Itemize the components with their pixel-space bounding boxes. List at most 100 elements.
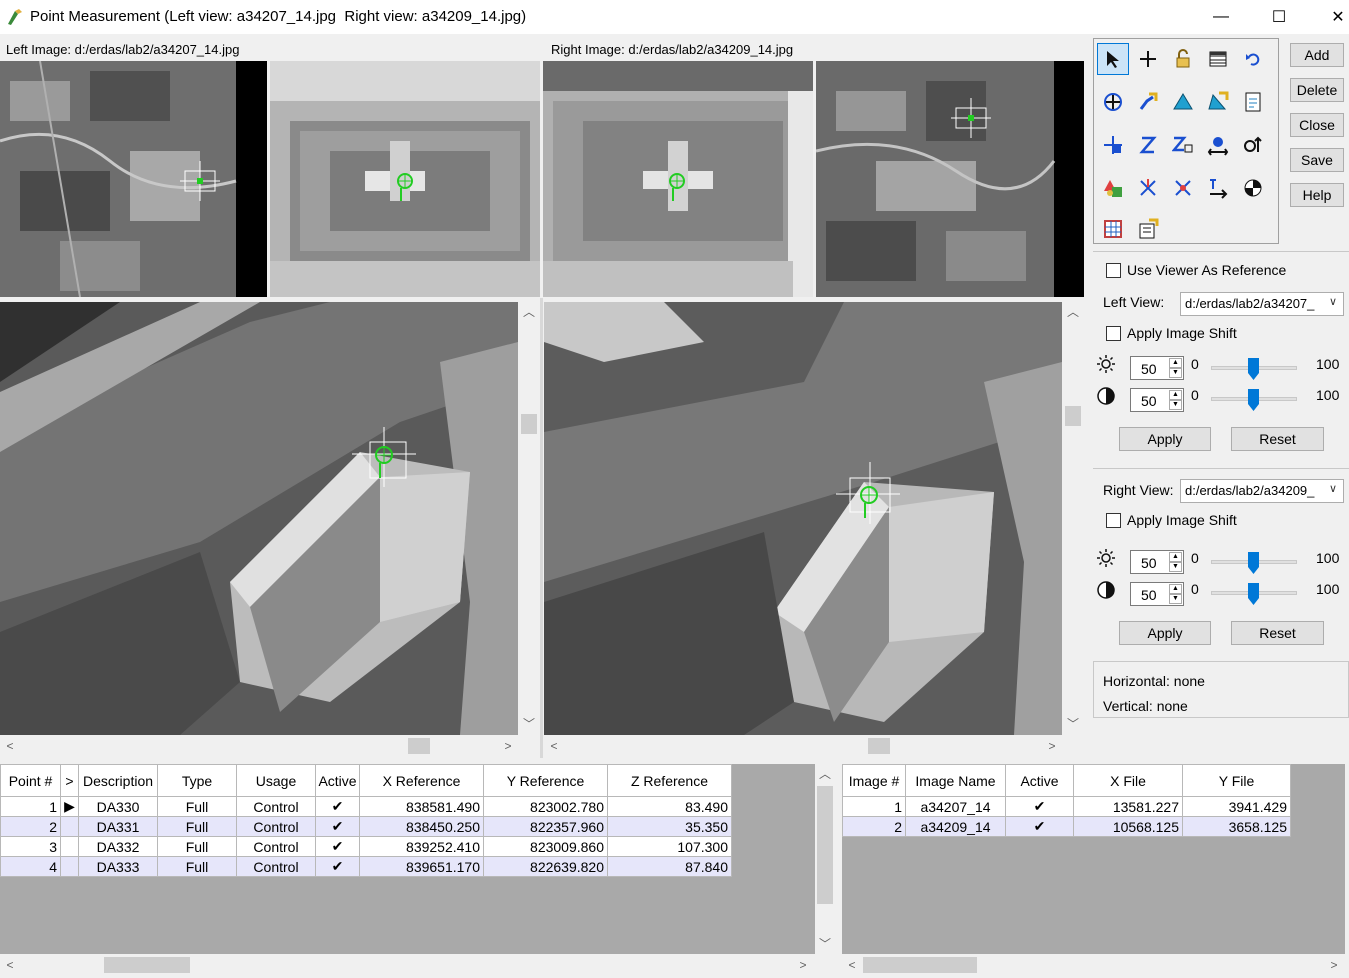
z-icon[interactable] — [1132, 129, 1164, 161]
col-point-number[interactable]: Point # — [0, 764, 61, 797]
report-icon[interactable] — [1237, 86, 1269, 118]
x-file-cell[interactable]: 10568.125 — [1073, 816, 1183, 837]
right-overview-view[interactable] — [816, 61, 1084, 297]
help-button[interactable]: Help — [1290, 183, 1344, 207]
save-button[interactable]: Save — [1290, 148, 1344, 172]
left-brightness-slider-thumb[interactable] — [1248, 358, 1259, 380]
col-active[interactable]: Active — [315, 764, 360, 797]
right-apply-button[interactable]: Apply — [1119, 621, 1211, 645]
current-marker[interactable]: ▶ — [60, 796, 79, 817]
right-reset-button[interactable]: Reset — [1231, 621, 1324, 645]
col-z-reference[interactable]: Z Reference — [607, 764, 732, 797]
active-check[interactable]: ✔ — [1005, 816, 1074, 837]
right-view-vscroll[interactable]: ︿ ﹀ — [1063, 302, 1083, 735]
y-reference-cell[interactable]: 823009.860 — [483, 836, 608, 857]
circle-quadrant-icon[interactable] — [1237, 172, 1269, 204]
active-check[interactable]: ✔ — [315, 816, 360, 837]
add-button[interactable]: Add — [1290, 43, 1344, 67]
auto-link-icon[interactable] — [1202, 86, 1234, 118]
properties-icon[interactable] — [1097, 172, 1129, 204]
current-marker[interactable] — [60, 836, 79, 857]
chevron-down-icon[interactable]: ∨ — [1325, 295, 1341, 308]
scroll-up-arrow[interactable]: ︿ — [1065, 304, 1081, 320]
col-image-number[interactable]: Image # — [842, 764, 906, 797]
scroll-thumb[interactable] — [1065, 406, 1081, 426]
right-view-hscroll[interactable]: < > — [544, 736, 1063, 756]
table-row[interactable]: 1 ▶ DA330 Full Control ✔ 838581.490 8230… — [0, 796, 732, 817]
use-viewer-reference-checkbox[interactable]: Use Viewer As Reference — [1106, 262, 1286, 278]
col-type[interactable]: Type — [157, 764, 237, 797]
scroll-thumb[interactable] — [817, 786, 833, 904]
scroll-thumb[interactable] — [868, 738, 890, 754]
left-contrast-spinner[interactable]: 50 ▲ ▼ — [1130, 388, 1184, 412]
right-contrast-slider-thumb[interactable] — [1248, 583, 1259, 605]
select-arrow-icon[interactable] — [1097, 43, 1129, 75]
add-point-icon[interactable] — [1097, 86, 1129, 118]
scroll-down-arrow[interactable]: ﹀ — [817, 936, 833, 952]
add-point-image-icon[interactable] — [1097, 129, 1129, 161]
description-cell[interactable]: DA330 — [78, 796, 158, 817]
col-description[interactable]: Description — [78, 764, 158, 797]
right-apply-shift-checkbox[interactable]: Apply Image Shift — [1106, 512, 1237, 528]
type-cell[interactable]: Full — [157, 856, 237, 877]
spin-up-icon[interactable]: ▲ — [1169, 390, 1182, 400]
point-number[interactable]: 1 — [0, 796, 61, 817]
y-reference-cell[interactable]: 822357.960 — [483, 816, 608, 837]
scroll-right-arrow[interactable]: > — [1044, 738, 1060, 754]
points-table-hscroll[interactable]: < > — [0, 955, 815, 975]
chevron-down-icon[interactable]: ∨ — [1325, 482, 1341, 495]
delete-point-icon[interactable] — [1132, 172, 1164, 204]
z-reference-cell[interactable]: 107.300 — [607, 836, 732, 857]
spin-up-icon[interactable]: ▲ — [1169, 358, 1182, 368]
x-file-cell[interactable]: 13581.227 — [1073, 796, 1183, 817]
right-brightness-spinner[interactable]: 50 ▲ ▼ — [1130, 550, 1184, 574]
z-reference-cell[interactable]: 35.350 — [607, 816, 732, 837]
usage-cell[interactable]: Control — [236, 856, 316, 877]
table-row[interactable]: 4 DA333 Full Control ✔ 839651.170 822639… — [0, 856, 732, 877]
z-box-icon[interactable] — [1167, 129, 1199, 161]
usage-cell[interactable]: Control — [236, 816, 316, 837]
point-number[interactable]: 4 — [0, 856, 61, 877]
right-view-select[interactable]: d:/erdas/lab2/a34209_ ∨ — [1180, 479, 1344, 503]
checkbox-box[interactable] — [1106, 512, 1121, 528]
scroll-down-arrow[interactable]: ﹀ — [1065, 716, 1081, 732]
left-reset-button[interactable]: Reset — [1231, 427, 1324, 451]
scroll-thumb[interactable] — [521, 414, 537, 434]
x-reference-cell[interactable]: 838581.490 — [359, 796, 484, 817]
undo-icon[interactable] — [1237, 43, 1269, 75]
delete-all-icon[interactable] — [1167, 172, 1199, 204]
left-view-vscroll[interactable]: ︿ ﹀ — [519, 302, 539, 735]
checkbox-box[interactable] — [1106, 262, 1121, 278]
points-table-vscroll[interactable]: ︿ ﹀ — [815, 764, 835, 954]
image-number[interactable]: 1 — [842, 796, 906, 817]
point-number[interactable]: 3 — [0, 836, 61, 857]
active-check[interactable]: ✔ — [315, 836, 360, 857]
y-file-cell[interactable]: 3658.125 — [1182, 816, 1291, 837]
scroll-up-arrow[interactable]: ︿ — [521, 304, 537, 320]
col-current[interactable]: > — [60, 764, 79, 797]
maximize-button[interactable]: ☐ — [1256, 0, 1302, 34]
close-button[interactable]: Close — [1290, 113, 1344, 137]
col-active[interactable]: Active — [1005, 764, 1074, 797]
col-x-reference[interactable]: X Reference — [359, 764, 484, 797]
scroll-down-arrow[interactable]: ﹀ — [521, 716, 537, 732]
active-check[interactable]: ✔ — [315, 796, 360, 817]
left-view-hscroll[interactable]: < > — [0, 736, 519, 756]
left-zoom-view[interactable] — [270, 61, 540, 297]
scroll-left-arrow[interactable]: < — [2, 957, 18, 973]
checkbox-box[interactable] — [1106, 325, 1121, 341]
delete-button[interactable]: Delete — [1290, 78, 1344, 102]
images-table-hscroll[interactable]: < > — [842, 955, 1345, 975]
spin-down-icon[interactable]: ▼ — [1169, 594, 1182, 604]
spin-down-icon[interactable]: ▼ — [1169, 562, 1182, 572]
current-marker[interactable] — [60, 816, 79, 837]
left-contrast-slider-thumb[interactable] — [1248, 389, 1259, 411]
col-y-file[interactable]: Y File — [1182, 764, 1291, 797]
y-file-cell[interactable]: 3941.429 — [1182, 796, 1291, 817]
transfer-icon[interactable] — [1202, 129, 1234, 161]
right-contrast-spinner[interactable]: 50 ▲ ▼ — [1130, 582, 1184, 606]
left-overview-view[interactable] — [0, 61, 267, 297]
scroll-thumb[interactable] — [408, 738, 430, 754]
scroll-left-arrow[interactable]: < — [844, 957, 860, 973]
active-check[interactable]: ✔ — [315, 856, 360, 877]
